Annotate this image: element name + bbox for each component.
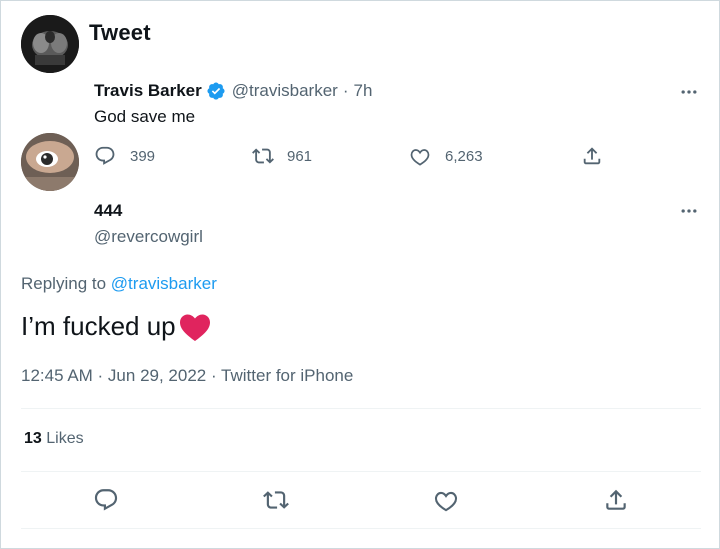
reply-button[interactable] — [91, 485, 121, 515]
more-icon — [681, 209, 697, 213]
reply-icon — [94, 489, 118, 511]
reply-tweet-text: I’m fucked up — [21, 311, 212, 342]
reply-avatar-image — [21, 133, 79, 191]
more-button[interactable] — [677, 199, 701, 223]
handle[interactable]: @revercowgirl — [94, 227, 203, 247]
tweet-metadata: 12:45 AM · Jun 29, 2022 · Twitter for iP… — [21, 366, 353, 386]
more-button[interactable] — [677, 80, 701, 104]
avatar[interactable] — [21, 15, 79, 73]
separator-dot: · — [342, 81, 349, 100]
travis-avatar-image — [21, 15, 79, 73]
heart-emoji-icon — [178, 312, 212, 342]
tweet-page: Tweet Travis Barker @travisbarker · 7h G… — [0, 0, 720, 549]
retweet-icon — [252, 148, 274, 164]
parent-tweet-header: Travis Barker @travisbarker · 7h — [94, 81, 372, 101]
more-icon — [681, 90, 697, 94]
replying-to: Replying to @travisbarker — [21, 274, 217, 294]
verified-badge-icon — [206, 81, 226, 101]
likes-label: Likes — [41, 430, 84, 447]
replying-prefix: Replying to — [21, 274, 107, 293]
share-icon — [583, 147, 601, 165]
reply-button[interactable]: 399 — [94, 145, 155, 167]
divider — [21, 408, 701, 409]
handle[interactable]: @travisbarker — [232, 81, 338, 101]
retweet-button[interactable] — [261, 485, 291, 515]
like-button[interactable] — [431, 485, 461, 515]
display-name[interactable]: Travis Barker — [94, 81, 202, 101]
avatar[interactable] — [21, 133, 79, 191]
likes-summary[interactable]: 13 Likes — [24, 430, 84, 448]
share-button[interactable] — [581, 145, 603, 167]
divider — [21, 528, 701, 529]
like-icon — [434, 491, 458, 512]
page-title: Tweet — [89, 20, 151, 45]
tweet-source[interactable]: Twitter for iPhone — [221, 366, 353, 385]
likes-count: 13 — [24, 430, 42, 447]
parent-tweet-text: God save me — [94, 107, 196, 126]
reply-icon — [95, 146, 115, 165]
divider — [21, 471, 701, 472]
tweet-text: I’m fucked up — [21, 311, 176, 341]
retweet-count: 961 — [287, 147, 313, 165]
timestamp[interactable]: 12:45 AM · Jun 29, 2022 · — [21, 366, 221, 385]
replying-to-link[interactable]: @travisbarker — [111, 274, 217, 293]
header: Tweet — [1, 1, 719, 65]
like-icon — [410, 149, 430, 166]
retweet-icon — [263, 491, 289, 509]
share-icon — [606, 489, 626, 510]
reply-count: 399 — [130, 147, 156, 165]
tweet-time[interactable]: 7h — [353, 81, 372, 101]
like-button[interactable]: 6,263 — [409, 145, 483, 167]
display-name[interactable]: 444 — [94, 201, 122, 221]
like-count: 6,263 — [445, 147, 483, 165]
share-button[interactable] — [601, 485, 631, 515]
retweet-button[interactable]: 961 — [252, 145, 312, 167]
